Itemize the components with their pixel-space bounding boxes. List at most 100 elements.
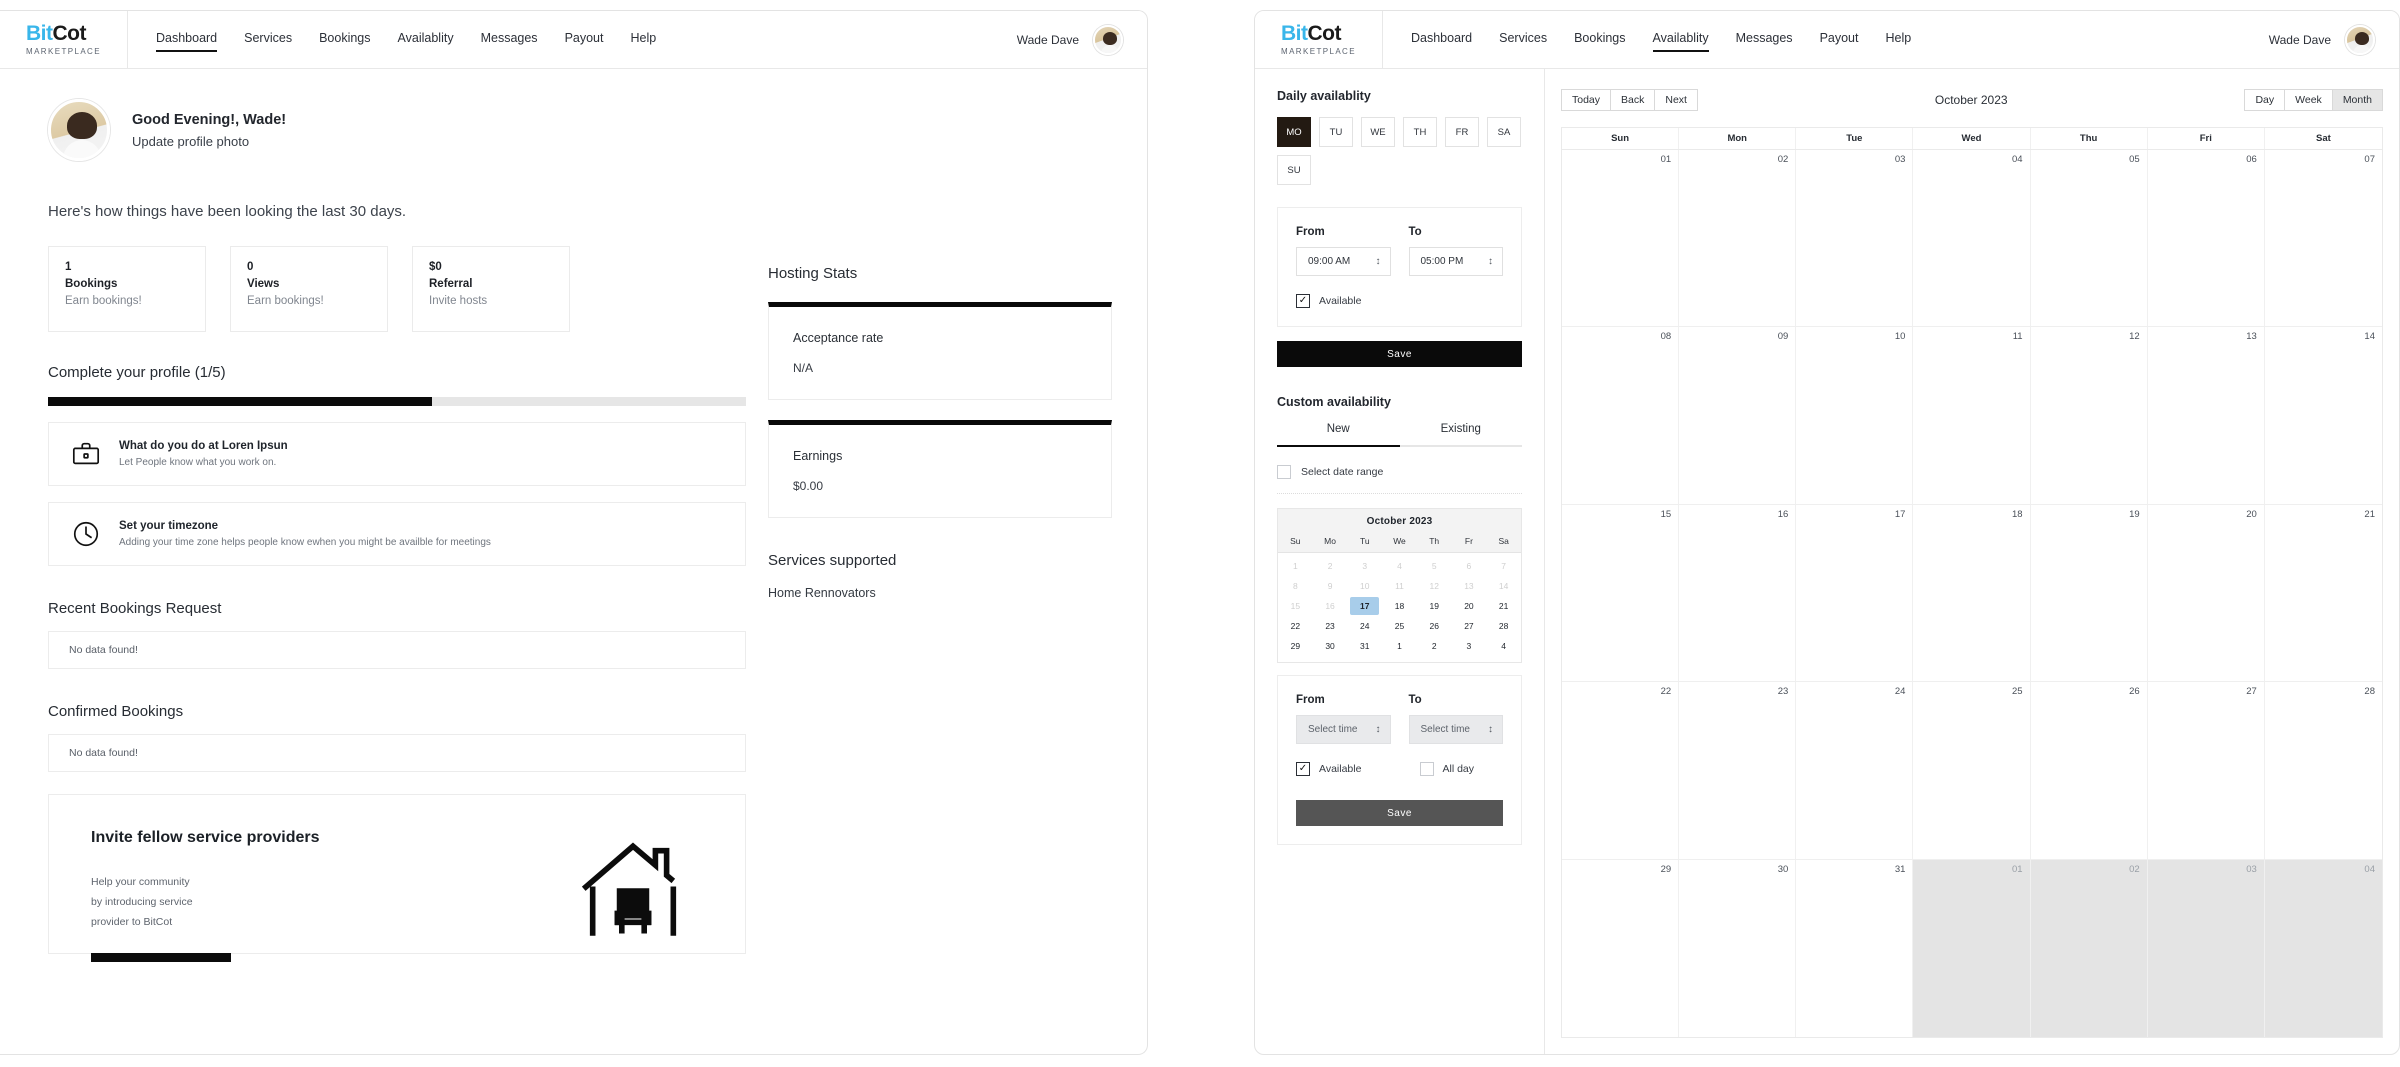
nav-item-services[interactable]: Services <box>244 31 292 48</box>
mini-calendar-day[interactable]: 23 <box>1316 617 1345 635</box>
mini-calendar-day[interactable]: 2 <box>1420 637 1449 655</box>
nav-item-bookings-2[interactable]: Bookings <box>1574 31 1625 48</box>
nav-item-dashboard-2[interactable]: Dashboard <box>1411 31 1472 48</box>
calendar-day-cell[interactable]: 01 <box>1913 859 2031 1037</box>
stat-card-views[interactable]: 0 Views Earn bookings! <box>230 246 388 332</box>
calendar-day-cell[interactable]: 31 <box>1796 859 1914 1037</box>
mini-calendar-day[interactable]: 26 <box>1420 617 1449 635</box>
day-chip-we[interactable]: WE <box>1361 117 1395 147</box>
calendar-day-cell[interactable]: 26 <box>2030 682 2148 860</box>
mini-calendar-day[interactable]: 17 <box>1350 597 1380 615</box>
calendar-day-cell[interactable]: 02 <box>1679 150 1797 328</box>
mini-calendar-day[interactable]: 19 <box>1420 597 1449 615</box>
mini-calendar-day[interactable]: 20 <box>1455 597 1484 615</box>
mini-calendar-day[interactable]: 24 <box>1350 617 1379 635</box>
calendar-day-cell[interactable]: 11 <box>1913 327 2031 505</box>
day-chip-fr[interactable]: FR <box>1445 117 1479 147</box>
calendar-day-cell[interactable]: 21 <box>2264 505 2382 683</box>
calendar-day-cell[interactable]: 14 <box>2264 327 2382 505</box>
nav-item-messages[interactable]: Messages <box>481 31 538 48</box>
mini-calendar-day[interactable]: 11 <box>1385 577 1414 595</box>
nav-user-area[interactable]: Wade Dave <box>1017 24 1147 55</box>
calendar-day-cell[interactable]: 28 <box>2264 682 2382 860</box>
calendar-day-cell[interactable]: 06 <box>2147 150 2265 328</box>
view-month-button[interactable]: Month <box>2331 89 2383 111</box>
brand-logo-2[interactable]: BitCot MARKETPLACE <box>1255 11 1383 69</box>
select-date-range-row[interactable]: Select date range <box>1277 465 1522 479</box>
mini-calendar-day[interactable]: 7 <box>1489 557 1518 575</box>
nav-item-help[interactable]: Help <box>630 31 656 48</box>
calendar-day-cell[interactable]: 12 <box>2030 327 2148 505</box>
calendar-day-cell[interactable]: 05 <box>2030 150 2148 328</box>
calendar-day-cell[interactable]: 29 <box>1562 859 1680 1037</box>
custom-from-time-select[interactable]: Select time ↕ <box>1296 715 1391 744</box>
profile-avatar[interactable] <box>48 99 110 161</box>
calendar-day-cell[interactable]: 03 <box>1796 150 1914 328</box>
nav-item-availability[interactable]: Availablity <box>398 31 454 48</box>
checkbox-checked-icon[interactable]: ✓ <box>1296 762 1310 776</box>
calendar-day-cell[interactable]: 23 <box>1679 682 1797 860</box>
calendar-day-cell[interactable]: 30 <box>1679 859 1797 1037</box>
mini-calendar-day[interactable]: 16 <box>1316 597 1345 615</box>
stat-card-bookings[interactable]: 1 Bookings Earn bookings! <box>48 246 206 332</box>
update-profile-photo-link[interactable]: Update profile photo <box>132 134 286 149</box>
custom-save-button[interactable]: Save <box>1296 800 1503 826</box>
calendar-day-cell[interactable]: 13 <box>2147 327 2265 505</box>
available-checkbox-row[interactable]: ✓ Available <box>1296 294 1361 308</box>
checkbox-unchecked-icon[interactable] <box>1277 465 1291 479</box>
nav-item-dashboard[interactable]: Dashboard <box>155 31 218 52</box>
calendar-day-cell[interactable]: 20 <box>2147 504 2265 683</box>
avatar[interactable] <box>1093 24 1123 55</box>
day-chip-mo[interactable]: MO <box>1277 117 1311 147</box>
calendar-day-cell[interactable]: 01 <box>1562 150 1680 328</box>
mini-calendar-day[interactable]: 1 <box>1281 557 1310 575</box>
task-card-timezone[interactable]: Set your timezone Adding your time zone … <box>48 502 746 566</box>
calendar-day-cell[interactable]: 03 <box>2147 859 2265 1037</box>
tab-existing[interactable]: Existing <box>1399 423 1522 447</box>
calendar-day-cell[interactable]: 15 <box>1562 504 1680 683</box>
calendar-day-cell[interactable]: 24 <box>1796 682 1914 860</box>
mini-calendar-day[interactable]: 2 <box>1316 557 1345 575</box>
mini-calendar-day[interactable]: 29 <box>1281 637 1310 655</box>
from-time-select[interactable]: 09:00 AM ↕ <box>1296 247 1391 276</box>
mini-calendar-day[interactable]: 25 <box>1385 617 1414 635</box>
calendar-day-cell[interactable]: 04 <box>1913 150 2031 328</box>
nav-item-availability-2[interactable]: Availablity <box>1652 31 1709 52</box>
view-day-button[interactable]: Day <box>2244 89 2286 111</box>
mini-calendar-day[interactable]: 6 <box>1455 557 1484 575</box>
brand-logo[interactable]: BitCot MARKETPLACE <box>0 11 128 69</box>
mini-calendar-day[interactable]: 3 <box>1350 557 1379 575</box>
mini-calendar-day[interactable]: 14 <box>1489 577 1518 595</box>
mini-calendar-day[interactable]: 9 <box>1316 577 1345 595</box>
mini-calendar-day[interactable]: 5 <box>1420 557 1449 575</box>
mini-calendar-day[interactable]: 28 <box>1489 617 1518 635</box>
back-button[interactable]: Back <box>1610 89 1656 111</box>
mini-calendar-day[interactable]: 22 <box>1281 617 1310 635</box>
mini-calendar-day[interactable]: 1 <box>1385 637 1414 655</box>
day-chip-su[interactable]: SU <box>1277 155 1311 185</box>
mini-calendar-day[interactable]: 15 <box>1281 597 1310 615</box>
nav-item-help-2[interactable]: Help <box>1885 31 1911 48</box>
today-button[interactable]: Today <box>1561 89 1612 111</box>
mini-calendar-day[interactable]: 8 <box>1281 577 1310 595</box>
calendar-day-cell[interactable]: 09 <box>1679 327 1797 505</box>
checkbox-unchecked-icon[interactable] <box>1419 762 1434 776</box>
mini-calendar-day[interactable]: 4 <box>1385 557 1414 575</box>
calendar-day-cell[interactable]: 27 <box>2147 682 2265 860</box>
task-card-profession[interactable]: What do you do at Loren Ipsun Let People… <box>48 422 746 486</box>
nav-item-payout-2[interactable]: Payout <box>1820 31 1859 48</box>
stat-card-referral[interactable]: $0 Referral Invite hosts <box>412 246 570 332</box>
view-week-button[interactable]: Week <box>2284 89 2333 111</box>
calendar-day-cell[interactable]: 10 <box>1796 327 1914 505</box>
custom-to-time-select[interactable]: Select time ↕ <box>1408 715 1503 744</box>
invite-button[interactable] <box>91 952 231 962</box>
day-chip-sa[interactable]: SA <box>1487 117 1521 147</box>
daily-save-button[interactable]: Save <box>1277 341 1522 367</box>
day-chip-th[interactable]: TH <box>1403 117 1437 147</box>
mini-calendar-day[interactable]: 3 <box>1455 637 1484 655</box>
calendar-day-cell[interactable]: 07 <box>2264 150 2382 328</box>
calendar-day-cell[interactable]: 04 <box>2264 859 2382 1037</box>
calendar-day-cell[interactable]: 02 <box>2030 859 2148 1037</box>
mini-calendar-day[interactable]: 12 <box>1420 577 1449 595</box>
calendar-day-cell[interactable]: 18 <box>1913 504 2031 683</box>
